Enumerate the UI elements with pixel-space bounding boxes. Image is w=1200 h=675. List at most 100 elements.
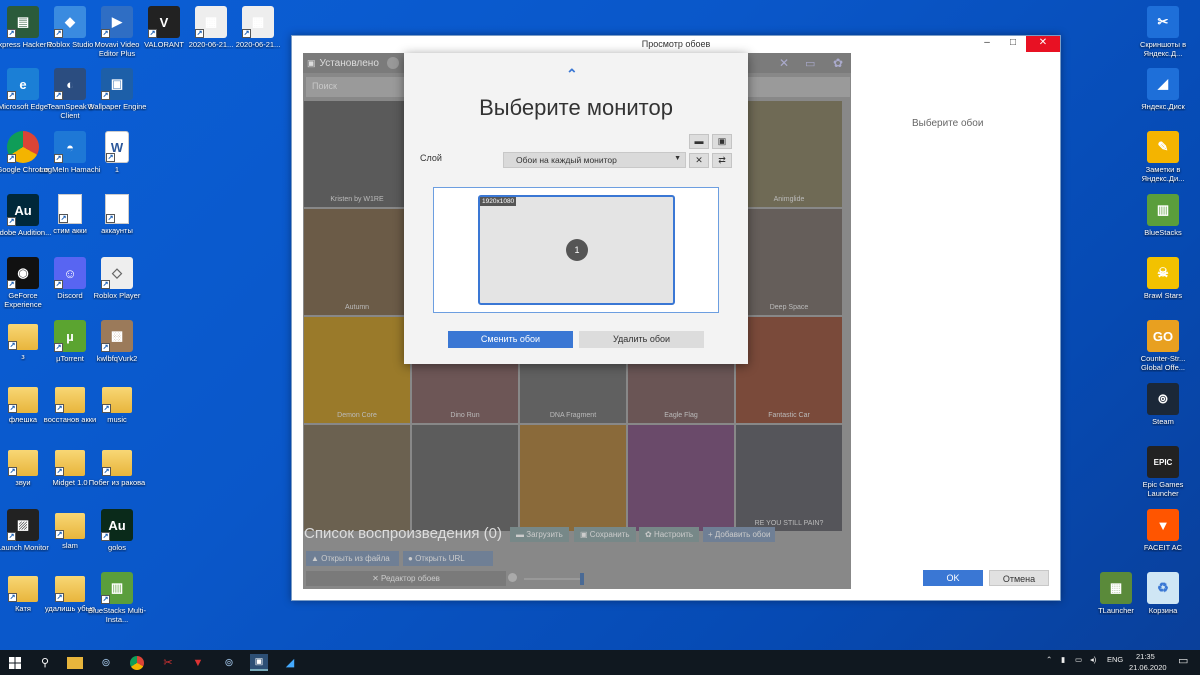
save-disk-icon[interactable]: ▣ <box>712 134 732 149</box>
clock-time[interactable]: 21:35 <box>1136 652 1155 661</box>
open-from-file-button[interactable]: ▲ Открыть из файла <box>306 551 399 566</box>
desktop-icon[interactable]: ▣ ↗ Wallpaper Engine <box>87 68 147 130</box>
wallpaper-engine-taskbar-icon[interactable]: ▣ <box>250 654 268 671</box>
volume-slider[interactable] <box>508 571 584 586</box>
shortcut-arrow-icon: ↗ <box>54 343 63 352</box>
desktop-icon[interactable]: GO Counter-Str... Global Offe... <box>1133 320 1193 382</box>
wallpaper-thumbnail[interactable]: Autumn <box>304 209 410 315</box>
snipping-taskbar-icon[interactable]: ✂ <box>159 654 177 671</box>
wallpaper-thumbnail[interactable] <box>304 425 410 531</box>
gear-icon[interactable]: ✿ <box>833 56 843 70</box>
network-icon[interactable]: ▭ <box>1075 655 1082 664</box>
wallpaper-thumbnail[interactable] <box>520 425 626 531</box>
shortcut-arrow-icon: ↗ <box>55 404 64 413</box>
wallpaper-thumbnail[interactable]: Animglide <box>736 101 842 207</box>
steam-taskbar-icon[interactable]: ⊚ <box>97 654 115 671</box>
desktop-icon[interactable]: ▦ ↗ 2020-06-21... <box>228 6 288 68</box>
wallpaper-thumbnail[interactable]: Demon Core <box>304 317 410 423</box>
desktop-icon[interactable]: ▼ FACEIT AC <box>1133 509 1193 571</box>
title-bar[interactable]: Просмотр обоев – □ ✕ <box>292 36 1060 52</box>
wallpaper-engine-icon: ▣ ↗ <box>101 68 133 100</box>
collapse-chevron-icon[interactable]: ⌃ <box>566 66 578 83</box>
desktop-icon[interactable]: ▩ ↗ kwlbfqVurk2 <box>87 320 147 382</box>
word-icon: W ↗ <box>105 131 129 163</box>
compass-icon[interactable] <box>386 57 399 69</box>
desktop-icon[interactable]: ♻ Корзина <box>1133 572 1193 634</box>
file-explorer-icon[interactable] <box>67 657 83 669</box>
volume-icon[interactable]: ◂) <box>1090 655 1096 664</box>
shortcut-arrow-icon: ↗ <box>242 29 251 38</box>
wallpaper-thumbnail-label: Autumn <box>344 304 370 311</box>
close-button[interactable]: ✕ <box>1026 36 1060 52</box>
folder-icon: ↗ <box>8 576 38 602</box>
desktop-icon[interactable]: ▥ ↗ BlueStacks Multi-Insta... <box>87 572 147 634</box>
save-button[interactable]: ▣ Сохранить <box>574 527 636 542</box>
open-url-button[interactable]: ● Открыть URL <box>403 551 493 566</box>
folder-icon: ↗ <box>102 387 132 413</box>
load-button[interactable]: ▬ Загрузить <box>510 527 569 542</box>
dialog-title: Выберите монитор <box>479 95 673 120</box>
wallpaper-thumbnail-label: Demon Core <box>337 412 377 419</box>
shortcut-arrow-icon: ↗ <box>101 280 110 289</box>
shortcut-arrow-icon: ↗ <box>8 467 17 476</box>
audition-icon: Au ↗ <box>7 194 39 226</box>
wrench-icon: ✕ <box>372 574 382 583</box>
wallpaper-thumbnail-label: Kristen by W1RE <box>330 196 384 203</box>
steam-taskbar-icon-2[interactable]: ⊚ <box>220 654 238 671</box>
cancel-button[interactable]: Отмена <box>989 570 1049 586</box>
tray-chevron-icon[interactable]: ⌃ <box>1046 655 1052 664</box>
faceit-taskbar-icon[interactable]: ▼ <box>189 654 207 671</box>
desktop-icon[interactable]: W ↗ 1 <box>87 131 147 193</box>
ok-button[interactable]: OK <box>923 570 983 586</box>
chrome-taskbar-icon[interactable] <box>128 654 146 671</box>
yandex-disk-taskbar-icon[interactable]: ◢ <box>281 654 299 671</box>
monitor-icon[interactable]: ▭ <box>805 57 815 70</box>
desktop-icon[interactable]: ↗ Побег из ракова <box>87 446 147 508</box>
open-folder-icon[interactable]: ▬ <box>689 134 709 149</box>
wallpaper-editor-button[interactable]: ✕ Редактор обоев <box>306 571 506 586</box>
desktop-icon-label: Корзина <box>1148 606 1178 615</box>
maximize-button[interactable]: □ <box>1000 36 1026 52</box>
language-indicator[interactable]: ENG <box>1107 655 1123 664</box>
shortcut-arrow-icon: ↗ <box>106 214 115 223</box>
notifications-icon[interactable]: ▭ <box>1178 654 1188 667</box>
start-windows-icon[interactable] <box>6 654 24 671</box>
shortcut-arrow-icon: ↗ <box>54 91 63 100</box>
desktop-icon[interactable]: ☠ Brawl Stars <box>1133 257 1193 319</box>
desktop-icon[interactable]: ⊚ Steam <box>1133 383 1193 445</box>
tab-installed[interactable]: Установлено <box>320 58 379 69</box>
wallpaper-thumbnail[interactable] <box>412 425 518 531</box>
desktop-icon[interactable]: EPIC Epic Games Launcher <box>1133 446 1193 508</box>
desktop-icon-label: golos <box>108 543 126 552</box>
wallpaper-thumbnail[interactable]: Deep Space <box>736 209 842 315</box>
desktop-icon[interactable]: ↗ аккаунты <box>87 194 147 256</box>
desktop-icon[interactable]: ✎ Заметки в Яндекс.Ди... <box>1133 131 1193 193</box>
wallpaper-thumbnail[interactable] <box>628 425 734 531</box>
minimize-button[interactable]: – <box>974 36 1000 52</box>
tools-icon[interactable]: ✕ <box>779 56 789 70</box>
desktop-icon[interactable]: ◢ Яндекс.Диск <box>1133 68 1193 130</box>
wallpaper-thumbnail[interactable]: Kristen by W1RE <box>304 101 410 207</box>
desktop-icon[interactable]: ↗ music <box>87 383 147 445</box>
change-wallpaper-button[interactable]: Сменить обои <box>448 331 573 348</box>
add-wallpaper-button[interactable]: + Добавить обои <box>703 527 776 542</box>
desktop-icon[interactable]: ✂ Скриншоты в Яндекс.Д... <box>1133 6 1193 68</box>
configure-button[interactable]: ✿ Настроить <box>639 527 700 542</box>
remove-wallpaper-button[interactable]: Удалить обои <box>579 331 704 348</box>
monitor-1[interactable]: 1920x1080 1 <box>478 195 675 305</box>
shortcut-arrow-icon: ↗ <box>102 404 111 413</box>
wallpaper-thumbnail[interactable]: Fantastic Car <box>736 317 842 423</box>
swap-icon[interactable]: ⇄ <box>712 153 732 168</box>
clock-date[interactable]: 21.06.2020 <box>1129 663 1167 672</box>
microphone-icon[interactable]: ▮ <box>1061 655 1065 664</box>
utorrent-icon: µ ↗ <box>54 320 86 352</box>
desktop-icon[interactable]: ◇ ↗ Roblox Player <box>87 257 147 319</box>
tools-icon[interactable]: ✕ <box>689 153 709 168</box>
desktop-icon-label: аккаунты <box>101 226 133 235</box>
desktop-icon[interactable]: ▥ BlueStacks <box>1133 194 1193 256</box>
search-icon[interactable]: ⚲ <box>36 654 54 671</box>
wallpaper-thumbnail[interactable]: RE YOU STILL PAIN? <box>736 425 842 531</box>
layer-select[interactable]: Обои на каждый монитор ▼ <box>503 152 686 168</box>
desktop-icon[interactable]: Au ↗ golos <box>87 509 147 571</box>
edge-icon: e ↗ <box>7 68 39 100</box>
